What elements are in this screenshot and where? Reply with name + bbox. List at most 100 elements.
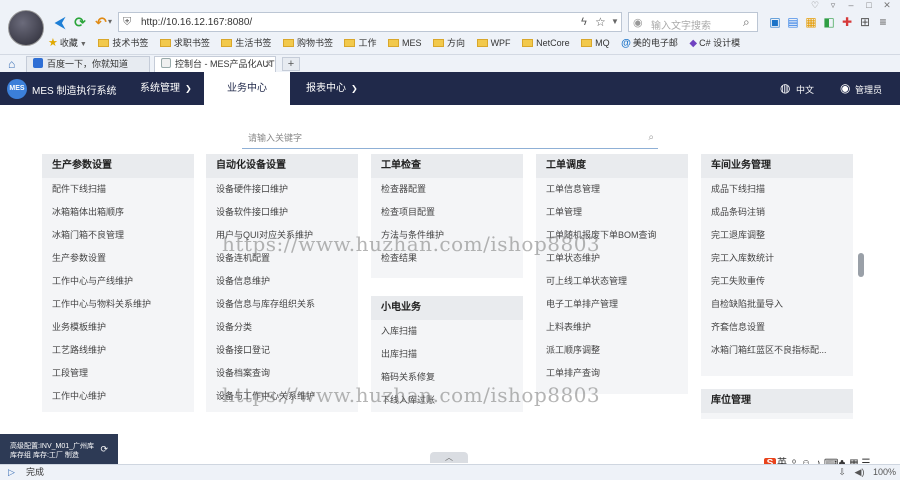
lightning-icon[interactable]: ϟ — [581, 16, 587, 28]
new-tab-button[interactable]: + — [282, 57, 300, 71]
menu-item[interactable]: 设备软件接口维护 — [206, 201, 358, 224]
menu-item[interactable]: 设备信息维护 — [206, 270, 358, 293]
menu-item[interactable]: 成品下线扫描 — [701, 178, 853, 201]
bookmark-folder[interactable]: 方向 — [433, 36, 465, 50]
bookmark-folder[interactable]: 购物书签 — [282, 36, 333, 50]
bookmark-favorites[interactable]: ★ 收藏 ▼ — [48, 36, 87, 52]
search-placeholder[interactable]: 输入文字搜索 — [651, 17, 711, 32]
menu-item[interactable]: 用户与QUI对应关系维护 — [206, 224, 358, 247]
folder-icon[interactable]: ▦ — [804, 15, 818, 29]
search-icon[interactable]: ⌕ — [648, 132, 654, 143]
settings-icon[interactable]: ▿ — [824, 0, 842, 11]
bookmark-link[interactable]: @ 美的电子邮 — [621, 36, 678, 51]
menu-item[interactable]: 成品条码注销 — [701, 201, 853, 224]
bookmark-folder[interactable]: 工作 — [344, 36, 376, 50]
bookmark-folder[interactable]: 求职书签 — [159, 36, 210, 50]
menu-item[interactable]: 设备信息与库存组织关系 — [206, 293, 358, 316]
menu-item[interactable]: 完工失败重传 — [701, 270, 853, 293]
notification-popup[interactable]: 高级配置:INV_M01_广州库 库存组 库存:工厂 制造 ⟳ — [0, 434, 118, 467]
address-bar[interactable]: ⛨ http://10.16.12.167:8080/ ϟ ☆ ▼ — [118, 12, 622, 32]
menu-item[interactable]: 完工退库调整 — [701, 224, 853, 247]
menu-item[interactable]: 冰箱箱体出箱顺序 — [42, 201, 194, 224]
language-selector[interactable]: 中文 — [796, 83, 814, 96]
address-url[interactable]: http://10.16.12.167:8080/ — [141, 17, 252, 28]
grid-menu-icon[interactable]: ⊞ — [858, 15, 872, 29]
refresh-icon[interactable]: ⟳ — [72, 14, 88, 30]
bookmark-folder[interactable]: 生活书签 — [221, 36, 271, 50]
speaker-icon[interactable]: ◀) — [855, 467, 865, 477]
maximize-icon[interactable]: □ — [860, 0, 878, 10]
download-icon[interactable]: ⇩ — [838, 467, 846, 477]
menu-item[interactable]: 设备连机配置 — [206, 247, 358, 270]
browser-search-box[interactable]: ◉ 输入文字搜索 ⌕ — [628, 12, 758, 32]
skin-icon[interactable]: ♡ — [806, 0, 824, 11]
nav-report-center[interactable]: 报表中心 ❯ — [292, 72, 372, 105]
nav-business-center[interactable]: 业务中心 — [204, 72, 290, 105]
menu-item[interactable]: 业务模板维护 — [42, 316, 194, 339]
menu-item[interactable]: 设备接口登记 — [206, 339, 358, 362]
document-icon[interactable]: ▤ — [786, 15, 800, 29]
browser-tab-active[interactable]: 控制台 - MES产品化AUT ✕ — [154, 56, 276, 72]
menu-item[interactable]: 工单排产查询 — [536, 362, 688, 385]
zoom-level[interactable]: 100% — [873, 467, 896, 477]
home-icon[interactable]: ⌂ — [8, 57, 15, 71]
bookmark-link[interactable]: ◆ C# 设计模 — [689, 36, 740, 51]
menu-item[interactable]: 方法与条件维护 — [371, 224, 523, 247]
close-icon[interactable]: ✕ — [264, 57, 272, 72]
keyword-search-input[interactable] — [248, 133, 628, 143]
menu-item[interactable]: 设备档案查询 — [206, 362, 358, 385]
menu-item[interactable]: 工艺路线维护 — [42, 339, 194, 362]
search-icon[interactable]: ⌕ — [743, 15, 750, 30]
menu-icon[interactable]: ≡ — [876, 15, 890, 29]
screenshot-icon[interactable]: ▣ — [768, 15, 782, 29]
search-engine-icon[interactable]: ◉ — [633, 16, 643, 29]
menu-item[interactable]: 上料表维护 — [536, 316, 688, 339]
menu-item[interactable]: 检查器配置 — [371, 178, 523, 201]
bookmark-folder[interactable]: NetCore — [522, 36, 570, 50]
menu-item[interactable]: 出库扫描 — [371, 343, 523, 366]
chevron-down-icon[interactable]: ▼ — [611, 17, 619, 26]
menu-item[interactable]: 检查结果 — [371, 247, 523, 270]
nav-system-management[interactable]: 系统管理 ❯ — [126, 72, 206, 105]
menu-item[interactable]: 完工入库数统计 — [701, 247, 853, 270]
menu-item[interactable]: 设备硬件接口维护 — [206, 178, 358, 201]
menu-item[interactable]: 入库扫描 — [371, 320, 523, 343]
menu-item[interactable]: 自检缺陷批量导入 — [701, 293, 853, 316]
menu-item[interactable]: 工作中心与产线维护 — [42, 270, 194, 293]
scroll-to-top-button[interactable]: ︿ — [430, 452, 468, 463]
menu-item[interactable]: 冰箱门箱红蓝区不良指标配... — [701, 339, 853, 362]
bookmark-folder[interactable]: MQ — [581, 36, 610, 50]
menu-item[interactable]: 工段管理 — [42, 362, 194, 385]
menu-item[interactable]: 派工顺序调整 — [536, 339, 688, 362]
undo-dropdown-icon[interactable]: ▾ — [106, 14, 114, 30]
menu-item[interactable]: 电子工单排产管理 — [536, 293, 688, 316]
menu-item[interactable]: 生产参数设置 — [42, 247, 194, 270]
menu-item[interactable]: 检查项目配置 — [371, 201, 523, 224]
menu-item[interactable]: 工作中心与物料关系维护 — [42, 293, 194, 316]
bookmark-folder[interactable]: MES — [388, 36, 422, 50]
menu-item[interactable]: 齐套信息设置 — [701, 316, 853, 339]
menu-item[interactable]: 工单管理 — [536, 201, 688, 224]
globe-icon[interactable]: ◍ — [780, 81, 790, 95]
vertical-scrollbar[interactable] — [858, 253, 864, 277]
user-menu[interactable]: 管理员 — [855, 83, 882, 96]
user-icon[interactable]: ◉ — [840, 81, 850, 95]
profile-avatar[interactable] — [8, 10, 44, 46]
menu-item[interactable]: 可上线工单状态管理 — [536, 270, 688, 293]
menu-item[interactable]: 设备分类 — [206, 316, 358, 339]
menu-item[interactable]: 工单状态维护 — [536, 247, 688, 270]
play-icon[interactable]: ▷ — [8, 465, 15, 480]
bookmark-folder[interactable]: WPF — [476, 36, 511, 50]
menu-item[interactable]: 配件下线扫描 — [42, 178, 194, 201]
browser-tab[interactable]: 百度一下，你就知道 — [26, 56, 150, 72]
bookmark-folder[interactable]: 技术书签 — [98, 36, 148, 50]
menu-item[interactable]: 工单信息管理 — [536, 178, 688, 201]
back-arrow-icon[interactable]: ⮜ — [52, 14, 68, 30]
menu-item[interactable]: 冰箱门箱不良管理 — [42, 224, 194, 247]
refresh-icon[interactable]: ⟳ — [100, 445, 108, 454]
close-icon[interactable]: ✕ — [878, 0, 896, 11]
bookmark-star-icon[interactable]: ☆ — [595, 15, 606, 29]
menu-item[interactable]: 设备与工作中心关系维护 — [206, 385, 358, 408]
game-icon[interactable]: ✚ — [840, 15, 854, 29]
menu-item[interactable]: 工作中心维护 — [42, 385, 194, 408]
